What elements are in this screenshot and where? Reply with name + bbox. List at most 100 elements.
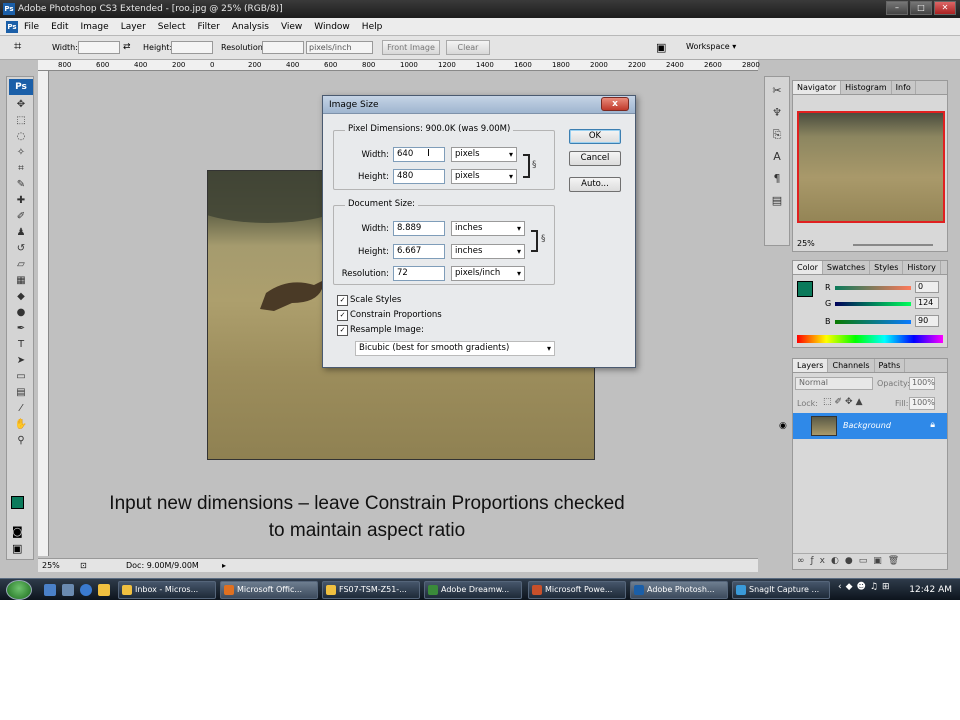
marquee-tool-icon[interactable]: ⬚ [9,113,33,128]
status-icon[interactable]: ⊡ [80,559,87,572]
system-tray-icons[interactable]: ‹◆☻♫⊞ [838,582,894,592]
start-button[interactable] [6,580,32,600]
menu-image[interactable]: Image [81,22,109,32]
taskbar-button[interactable]: FS07-TSM-Z51-... [322,581,420,599]
healing-brush-icon[interactable]: ✚ [9,193,33,208]
character-icon[interactable]: A [768,149,786,165]
height-input[interactable]: 480 [393,169,445,184]
color-ramp[interactable] [797,335,943,343]
status-arrow-icon[interactable]: ▸ [222,559,226,572]
tab-paths[interactable]: Paths [875,359,906,372]
magic-wand-tool-icon[interactable]: ✧ [9,145,33,160]
path-select-icon[interactable]: ➤ [9,353,33,368]
blur-tool-icon[interactable]: ◆ [9,289,33,304]
doc-height-unit-select[interactable]: inches [451,244,525,259]
clone-stamp-icon[interactable]: ♟ [9,225,33,240]
lasso-tool-icon[interactable]: ◌ [9,129,33,144]
ok-button[interactable]: OK [569,129,621,144]
tab-styles[interactable]: Styles [870,261,904,274]
fill-field[interactable]: 100% [909,397,935,410]
show-desktop-icon[interactable] [44,584,56,596]
front-image-button[interactable]: Front Image [382,40,440,55]
tab-color[interactable]: Color [793,261,823,274]
auto-button[interactable]: Auto... [569,177,621,192]
g-slider[interactable] [835,302,911,306]
scale-styles-checkbox[interactable]: Scale Styles [337,295,401,306]
zoom-tool-icon[interactable]: ⚲ [9,433,33,448]
notes-tool-icon[interactable]: ▤ [9,385,33,400]
navigator-preview[interactable] [797,111,945,223]
width-unit-select[interactable]: pixels [451,147,517,162]
doc-width-input[interactable]: 8.889 [393,221,445,236]
resample-method-select[interactable]: Bicubic (best for smooth gradients) [355,341,555,356]
eyedropper-icon[interactable]: ⁄ [9,401,33,416]
swap-icon[interactable]: ⇄ [123,42,131,52]
outlook-quicklaunch-icon[interactable] [98,584,110,596]
menu-file[interactable]: File [24,22,39,32]
shape-tool-icon[interactable]: ▭ [9,369,33,384]
move-tool-icon[interactable]: ✥ [9,97,33,112]
workspace-menu[interactable]: Workspace ▾ [686,42,736,51]
taskbar-button[interactable]: Inbox - Micros... [118,581,216,599]
tab-navigator[interactable]: Navigator [793,81,842,94]
doc-height-input[interactable]: 6.667 [393,244,445,259]
resample-image-checkbox[interactable]: Resample Image: [337,325,424,336]
brush-tool-icon[interactable]: ✐ [9,209,33,224]
tab-info[interactable]: Info [892,81,916,94]
menu-view[interactable]: View [281,22,302,32]
cancel-button[interactable]: Cancel [569,151,621,166]
dodge-tool-icon[interactable]: ● [9,305,33,320]
layer-comps-icon[interactable]: ▤ [768,193,786,209]
b-value[interactable]: 90 [915,315,939,327]
doc-width-unit-select[interactable]: inches [451,221,525,236]
minimize-button[interactable]: – [886,1,908,15]
b-slider[interactable] [835,320,911,324]
resolution-field[interactable] [262,41,304,54]
navigator-zoom[interactable]: 25% [797,239,815,248]
resolution-unit-select[interactable]: pixels/inch [451,266,525,281]
tab-history[interactable]: History [903,261,941,274]
resolution-units-select[interactable]: pixels/inch [306,41,373,54]
r-slider[interactable] [835,286,911,290]
layers-footer-icons[interactable]: ∞ƒx◐●▭▣🗑︎ [793,553,947,569]
paragraph-icon[interactable]: ¶ [768,171,786,187]
r-value[interactable]: 0 [915,281,939,293]
tool-presets-icon[interactable]: ✂ [768,83,786,99]
tab-channels[interactable]: Channels [828,359,875,372]
eraser-tool-icon[interactable]: ▱ [9,257,33,272]
switch-windows-icon[interactable] [62,584,74,596]
height-unit-select[interactable]: pixels [451,169,517,184]
maximize-button[interactable]: □ [910,1,932,15]
history-brush-icon[interactable]: ↺ [9,241,33,256]
crop-tool-icon[interactable]: ⌗ [14,39,21,54]
menu-window[interactable]: Window [314,22,350,32]
taskbar-button[interactable]: Adobe Photosh... [630,581,728,599]
visibility-eye-icon[interactable]: ◉ [779,421,787,431]
layer-row-background[interactable]: ◉ Background 🔒︎ [779,413,947,439]
lock-icons[interactable]: ⬚✐✥▲ [823,397,866,407]
tab-layers[interactable]: Layers [793,359,829,372]
hand-tool-icon[interactable]: ✋ [9,417,33,432]
taskbar-button[interactable]: Adobe Dreamw... [424,581,522,599]
taskbar-button[interactable]: SnagIt Capture ... [732,581,830,599]
constrain-proportions-checkbox[interactable]: Constrain Proportions [337,310,442,321]
color-fg-swatch[interactable] [797,281,813,297]
navigator-zoom-slider[interactable] [853,244,933,246]
menu-select[interactable]: Select [158,22,186,32]
g-value[interactable]: 124 [915,297,939,309]
clone-source-icon[interactable]: ⎘ [768,127,786,143]
slice-tool-icon[interactable]: ✎ [9,177,33,192]
width-field[interactable] [78,41,120,54]
taskbar-button[interactable]: Microsoft Offic... [220,581,318,599]
tab-swatches[interactable]: Swatches [823,261,871,274]
menu-help[interactable]: Help [362,22,383,32]
menu-filter[interactable]: Filter [198,22,220,32]
internet-explorer-icon[interactable] [80,584,92,596]
menu-edit[interactable]: Edit [51,22,68,32]
close-button[interactable]: ✕ [934,1,956,15]
opacity-field[interactable]: 100% [909,377,935,390]
height-field[interactable] [171,41,213,54]
brushes-icon[interactable]: ♆ [768,105,786,121]
tab-histogram[interactable]: Histogram [841,81,892,94]
blend-mode-select[interactable]: Normal [795,377,873,390]
